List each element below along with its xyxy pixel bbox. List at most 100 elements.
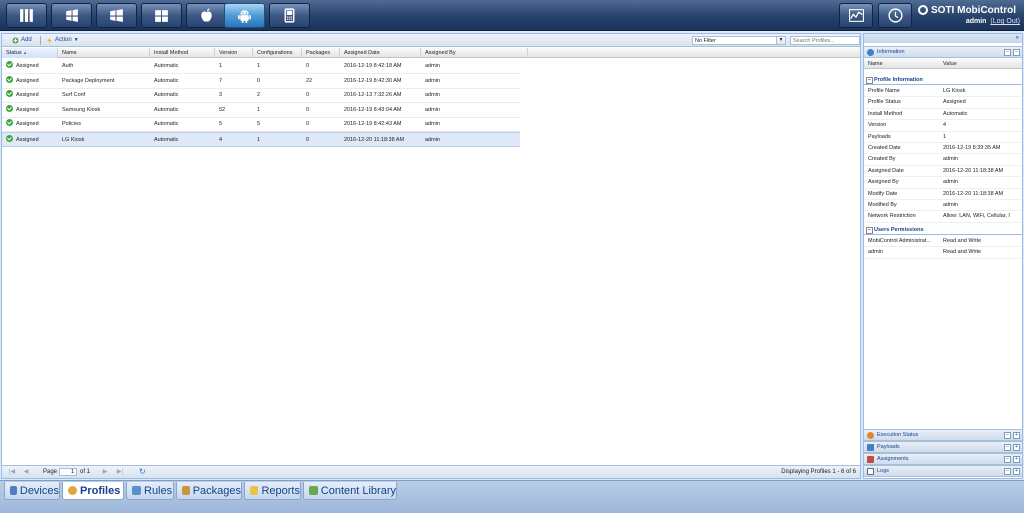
minimize-icon[interactable]: −: [1004, 444, 1011, 451]
windows-modern-icon: [155, 10, 168, 22]
profile-information-group[interactable]: Profile Information: [864, 75, 1022, 85]
expand-icon[interactable]: +: [1013, 432, 1020, 439]
info-icon: [867, 49, 874, 56]
page-count: of 1: [80, 469, 91, 475]
column-header-version[interactable]: Version: [215, 48, 253, 58]
cell-configurations: 5: [257, 121, 261, 127]
cell-name: Samsung Kiosk: [62, 106, 101, 113]
table-row[interactable]: Assigned Samsung Kiosk Automatic 52 1 0 2016-1…: [2, 103, 520, 118]
grid-toolbar: Add Action ▼ No Filter ▼: [2, 34, 860, 47]
first-page-icon[interactable]: |◀: [8, 468, 16, 476]
property-name: admin: [868, 249, 883, 256]
tab-reports[interactable]: Reports: [244, 482, 301, 500]
prev-page-icon[interactable]: ◀: [22, 468, 30, 476]
cell-packages: 0: [306, 136, 310, 143]
logs-panel[interactable]: Logs − +: [864, 465, 1022, 477]
android-tab[interactable]: [224, 3, 265, 28]
windows-desktop-tab[interactable]: [96, 3, 137, 28]
minimize-icon[interactable]: −: [1004, 468, 1011, 475]
minimize-icon[interactable]: −: [1004, 456, 1011, 463]
column-header-packages[interactable]: Packages: [302, 48, 340, 58]
property-row: Profile Name LG Kiosk: [864, 86, 1022, 98]
column-header-assigned-by[interactable]: Assigned By: [421, 48, 528, 58]
table-row[interactable]: Assigned Policies Automatic 5 5 0 2016-12-19 8…: [2, 117, 520, 132]
windows-mobile-icon: [66, 9, 78, 22]
cell-packages: 22: [306, 77, 313, 84]
windows-mobile-tab[interactable]: [51, 3, 92, 28]
help-button[interactable]: [878, 3, 912, 28]
table-row[interactable]: Assigned Auth Automatic 1 1 0 2016-12-19 8:42:…: [2, 59, 520, 74]
device-icon: [284, 8, 295, 23]
table-row[interactable]: Assigned Surf Conf Automatic 3 2 0 2016-12-13 …: [2, 88, 520, 103]
users-permissions-group[interactable]: Users Permissions: [864, 225, 1022, 235]
property-name: Network Restriction: [868, 213, 916, 220]
add-label: Add: [21, 37, 32, 43]
action-button[interactable]: Action ▼: [46, 35, 79, 45]
devices-icon: [10, 486, 17, 495]
logout-link[interactable]: (Log Out): [990, 18, 1020, 25]
soti-logo-icon: [918, 5, 928, 15]
payloads-panel[interactable]: Payloads − +: [864, 441, 1022, 453]
info-col-value: Value: [943, 61, 957, 67]
cell-assigned-by: admin: [425, 106, 440, 113]
property-row: Version 4: [864, 120, 1022, 132]
column-header-install-method[interactable]: Install Method: [150, 48, 215, 58]
blackberry-tab[interactable]: [269, 3, 310, 28]
property-name: Created By: [868, 156, 896, 163]
filter-select[interactable]: No Filter ▼: [692, 36, 786, 45]
tab-rules-label: Rules: [144, 484, 173, 497]
column-header-configurations[interactable]: Configurations: [253, 48, 302, 58]
payloads-title: Payloads: [877, 444, 900, 450]
minimize-icon[interactable]: −: [1004, 49, 1011, 56]
column-header-assigned-date[interactable]: Assigned Date: [340, 48, 421, 58]
cell-configurations: 2: [257, 92, 261, 98]
assignments-panel[interactable]: Assignments − +: [864, 453, 1022, 465]
last-page-icon[interactable]: ▶|: [116, 468, 124, 476]
tab-content-library[interactable]: Content Library: [303, 482, 397, 500]
information-panel-header[interactable]: Information − −: [864, 46, 1022, 58]
expand-icon[interactable]: +: [1013, 456, 1020, 463]
property-name: MobiControl Administrat...: [868, 238, 931, 244]
property-value: admin: [943, 179, 958, 186]
expand-icon[interactable]: +: [1013, 468, 1020, 475]
property-value: LG Kiosk: [943, 88, 966, 94]
tab-rules[interactable]: Rules: [126, 482, 174, 500]
execution-status-panel[interactable]: Execution Status − +: [864, 429, 1022, 441]
collapse-icon[interactable]: −: [1013, 49, 1020, 56]
next-page-icon[interactable]: ▶: [101, 468, 109, 476]
tab-packages[interactable]: Packages: [176, 482, 242, 500]
status-text: Assigned: [16, 121, 39, 127]
column-header-status[interactable]: Status ▲: [2, 48, 58, 58]
add-button[interactable]: Add: [12, 35, 32, 45]
profiles-icon: [68, 486, 77, 495]
table-row[interactable]: Assigned LG Kiosk Automatic 4 1 0 2016-12-20 1…: [2, 131, 520, 147]
grid-header: Status ▲ Name Install Method Version Con…: [2, 48, 860, 58]
dropdown-arrow-icon[interactable]: ▼: [776, 37, 785, 44]
performance-button[interactable]: [839, 3, 873, 28]
action-label: Action: [55, 37, 72, 43]
chart-icon: [848, 9, 864, 22]
property-row: Payloads 1: [864, 132, 1022, 143]
table-row[interactable]: Assigned Package Deployment Automatic 7 0 22 2…: [2, 74, 520, 89]
property-row: Modified By admin: [864, 200, 1022, 212]
all-devices-tab[interactable]: [6, 3, 47, 28]
property-value: Read and Write: [943, 238, 982, 244]
expand-icon[interactable]: +: [1013, 444, 1020, 451]
tab-devices[interactable]: Devices: [4, 482, 60, 500]
property-value: 4: [943, 122, 947, 129]
property-value: 1: [943, 133, 947, 140]
apple-tab[interactable]: [186, 3, 227, 28]
top-bar: SOTI MobiControl admin (Log Out): [0, 0, 1024, 31]
collapse-sidebar-icon[interactable]: »: [864, 34, 1022, 43]
cell-packages: 0: [306, 106, 310, 113]
minimize-icon[interactable]: −: [1004, 432, 1011, 439]
page-number-input[interactable]: [59, 468, 77, 476]
tab-content-library-label: Content Library: [320, 484, 396, 497]
refresh-icon[interactable]: ↻: [139, 467, 148, 476]
search-input[interactable]: [790, 36, 860, 45]
windows-modern-tab[interactable]: [141, 3, 182, 28]
property-name: Assigned Date: [868, 167, 904, 174]
tab-profiles[interactable]: Profiles: [62, 482, 124, 500]
property-row: Assigned By admin: [864, 177, 1022, 189]
column-header-name[interactable]: Name: [58, 48, 150, 58]
